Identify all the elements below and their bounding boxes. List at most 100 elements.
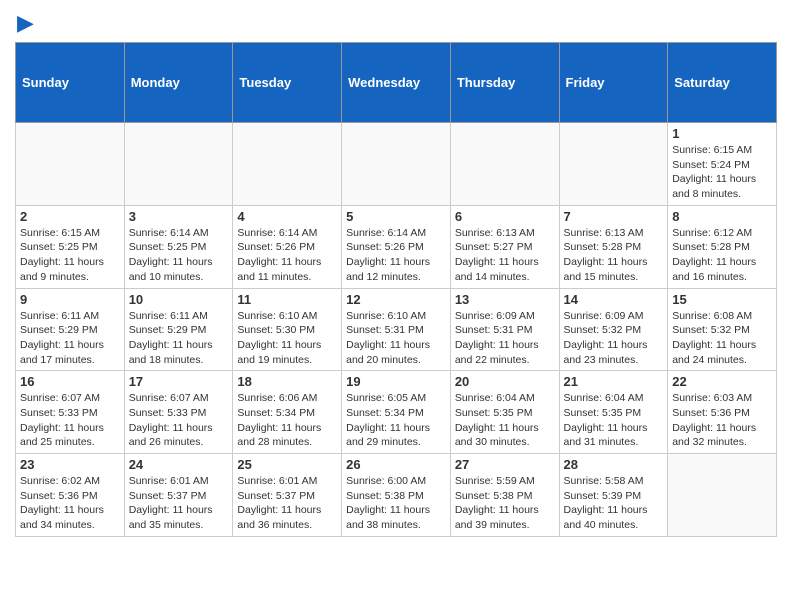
day-number: 20	[455, 374, 555, 389]
calendar-cell: 2 Sunrise: 6:15 AMSunset: 5:25 PMDaylight…	[16, 205, 125, 288]
day-info: Sunrise: 6:13 AMSunset: 5:27 PMDaylight:…	[455, 226, 555, 285]
day-info: Sunrise: 6:07 AMSunset: 5:33 PMDaylight:…	[129, 391, 229, 450]
calendar-cell: 17 Sunrise: 6:07 AMSunset: 5:33 PMDayligh…	[124, 371, 233, 454]
calendar-cell: 20 Sunrise: 6:04 AMSunset: 5:35 PMDayligh…	[450, 371, 559, 454]
calendar-cell: 5 Sunrise: 6:14 AMSunset: 5:26 PMDaylight…	[342, 205, 451, 288]
day-info: Sunrise: 6:06 AMSunset: 5:34 PMDaylight:…	[237, 391, 337, 450]
calendar-header-monday: Monday	[124, 43, 233, 123]
day-info: Sunrise: 6:11 AMSunset: 5:29 PMDaylight:…	[20, 309, 120, 368]
header: ▶	[15, 10, 777, 36]
day-info: Sunrise: 6:04 AMSunset: 5:35 PMDaylight:…	[564, 391, 664, 450]
calendar-cell: 6 Sunrise: 6:13 AMSunset: 5:27 PMDaylight…	[450, 205, 559, 288]
calendar-cell: 22Sunrise: 6:03 AMSunset: 5:36 PMDayligh…	[668, 371, 777, 454]
day-number: 26	[346, 457, 446, 472]
logo-bird-icon: ▶	[17, 10, 34, 36]
calendar-cell	[233, 123, 342, 206]
day-number: 5	[346, 209, 446, 224]
calendar-cell: 27 Sunrise: 5:59 AMSunset: 5:38 PMDayligh…	[450, 454, 559, 537]
day-number: 7	[564, 209, 664, 224]
day-info: Sunrise: 6:01 AMSunset: 5:37 PMDaylight:…	[129, 474, 229, 533]
day-info: Sunrise: 6:15 AMSunset: 5:25 PMDaylight:…	[20, 226, 120, 285]
day-number: 13	[455, 292, 555, 307]
day-info: Sunrise: 6:11 AMSunset: 5:29 PMDaylight:…	[129, 309, 229, 368]
day-info: Sunrise: 6:01 AMSunset: 5:37 PMDaylight:…	[237, 474, 337, 533]
day-number: 6	[455, 209, 555, 224]
calendar-cell: 15 Sunrise: 6:08 AMSunset: 5:32 PMDayligh…	[668, 288, 777, 371]
calendar-cell: 18 Sunrise: 6:06 AMSunset: 5:34 PMDayligh…	[233, 371, 342, 454]
calendar-cell: 26 Sunrise: 6:00 AMSunset: 5:38 PMDayligh…	[342, 454, 451, 537]
day-number: 2	[20, 209, 120, 224]
calendar-week-4: 16 Sunrise: 6:07 AMSunset: 5:33 PMDayligh…	[16, 371, 777, 454]
day-number: 1	[672, 126, 772, 141]
calendar-header-friday: Friday	[559, 43, 668, 123]
day-number: 19	[346, 374, 446, 389]
day-info: Sunrise: 6:05 AMSunset: 5:34 PMDaylight:…	[346, 391, 446, 450]
day-info: Sunrise: 6:09 AMSunset: 5:32 PMDaylight:…	[564, 309, 664, 368]
calendar-cell	[559, 123, 668, 206]
calendar-cell: 1Sunrise: 6:15 AMSunset: 5:24 PMDaylight…	[668, 123, 777, 206]
calendar-cell: 24Sunrise: 6:01 AMSunset: 5:37 PMDayligh…	[124, 454, 233, 537]
calendar-cell	[124, 123, 233, 206]
day-info: Sunrise: 6:13 AMSunset: 5:28 PMDaylight:…	[564, 226, 664, 285]
calendar-week-1: 1Sunrise: 6:15 AMSunset: 5:24 PMDaylight…	[16, 123, 777, 206]
calendar-cell: 25 Sunrise: 6:01 AMSunset: 5:37 PMDayligh…	[233, 454, 342, 537]
day-info: Sunrise: 6:14 AMSunset: 5:26 PMDaylight:…	[346, 226, 446, 285]
day-info: Sunrise: 6:02 AMSunset: 5:36 PMDaylight:…	[20, 474, 120, 533]
day-number: 23	[20, 457, 120, 472]
day-info: Sunrise: 6:14 AMSunset: 5:26 PMDaylight:…	[237, 226, 337, 285]
calendar-cell	[16, 123, 125, 206]
calendar-cell: 16Sunrise: 6:07 AMSunset: 5:33 PMDayligh…	[16, 371, 125, 454]
day-number: 14	[564, 292, 664, 307]
day-number: 12	[346, 292, 446, 307]
calendar-cell: 10 Sunrise: 6:11 AMSunset: 5:29 PMDayligh…	[124, 288, 233, 371]
calendar-cell: 14 Sunrise: 6:09 AMSunset: 5:32 PMDayligh…	[559, 288, 668, 371]
day-info: Sunrise: 5:58 AMSunset: 5:39 PMDaylight:…	[564, 474, 664, 533]
day-info: Sunrise: 6:10 AMSunset: 5:30 PMDaylight:…	[237, 309, 337, 368]
day-info: Sunrise: 5:59 AMSunset: 5:38 PMDaylight:…	[455, 474, 555, 533]
day-info: Sunrise: 6:12 AMSunset: 5:28 PMDaylight:…	[672, 226, 772, 285]
calendar-cell: 23 Sunrise: 6:02 AMSunset: 5:36 PMDayligh…	[16, 454, 125, 537]
day-info: Sunrise: 6:04 AMSunset: 5:35 PMDaylight:…	[455, 391, 555, 450]
calendar-cell: 9 Sunrise: 6:11 AMSunset: 5:29 PMDaylight…	[16, 288, 125, 371]
day-number: 17	[129, 374, 229, 389]
calendar-week-5: 23 Sunrise: 6:02 AMSunset: 5:36 PMDayligh…	[16, 454, 777, 537]
day-number: 21	[564, 374, 664, 389]
day-number: 27	[455, 457, 555, 472]
calendar-cell	[342, 123, 451, 206]
day-info: Sunrise: 6:08 AMSunset: 5:32 PMDaylight:…	[672, 309, 772, 368]
calendar-header-wednesday: Wednesday	[342, 43, 451, 123]
calendar-header-sunday: Sunday	[16, 43, 125, 123]
day-number: 16	[20, 374, 120, 389]
calendar-table: SundayMondayTuesdayWednesdayThursdayFrid…	[15, 42, 777, 537]
calendar-header-row: SundayMondayTuesdayWednesdayThursdayFrid…	[16, 43, 777, 123]
calendar-cell: 13 Sunrise: 6:09 AMSunset: 5:31 PMDayligh…	[450, 288, 559, 371]
calendar-cell: 12Sunrise: 6:10 AMSunset: 5:31 PMDayligh…	[342, 288, 451, 371]
day-number: 18	[237, 374, 337, 389]
calendar-week-3: 9 Sunrise: 6:11 AMSunset: 5:29 PMDaylight…	[16, 288, 777, 371]
calendar-week-2: 2 Sunrise: 6:15 AMSunset: 5:25 PMDaylight…	[16, 205, 777, 288]
day-number: 11	[237, 292, 337, 307]
calendar-cell: 7 Sunrise: 6:13 AMSunset: 5:28 PMDaylight…	[559, 205, 668, 288]
day-number: 8	[672, 209, 772, 224]
day-number: 10	[129, 292, 229, 307]
day-number: 15	[672, 292, 772, 307]
day-number: 28	[564, 457, 664, 472]
calendar-cell: 3 Sunrise: 6:14 AMSunset: 5:25 PMDaylight…	[124, 205, 233, 288]
logo: ▶	[15, 10, 34, 36]
calendar-cell: 19 Sunrise: 6:05 AMSunset: 5:34 PMDayligh…	[342, 371, 451, 454]
calendar-header-saturday: Saturday	[668, 43, 777, 123]
calendar-cell: 4 Sunrise: 6:14 AMSunset: 5:26 PMDaylight…	[233, 205, 342, 288]
day-info: Sunrise: 6:00 AMSunset: 5:38 PMDaylight:…	[346, 474, 446, 533]
day-number: 22	[672, 374, 772, 389]
calendar-header-thursday: Thursday	[450, 43, 559, 123]
day-info: Sunrise: 6:14 AMSunset: 5:25 PMDaylight:…	[129, 226, 229, 285]
page-container: ▶ SundayMondayTuesdayWednesdayThursdayFr…	[0, 0, 792, 547]
calendar-cell: 8 Sunrise: 6:12 AMSunset: 5:28 PMDaylight…	[668, 205, 777, 288]
day-number: 4	[237, 209, 337, 224]
day-number: 25	[237, 457, 337, 472]
calendar-header-tuesday: Tuesday	[233, 43, 342, 123]
calendar-cell: 21 Sunrise: 6:04 AMSunset: 5:35 PMDayligh…	[559, 371, 668, 454]
day-info: Sunrise: 6:09 AMSunset: 5:31 PMDaylight:…	[455, 309, 555, 368]
day-number: 3	[129, 209, 229, 224]
day-number: 9	[20, 292, 120, 307]
